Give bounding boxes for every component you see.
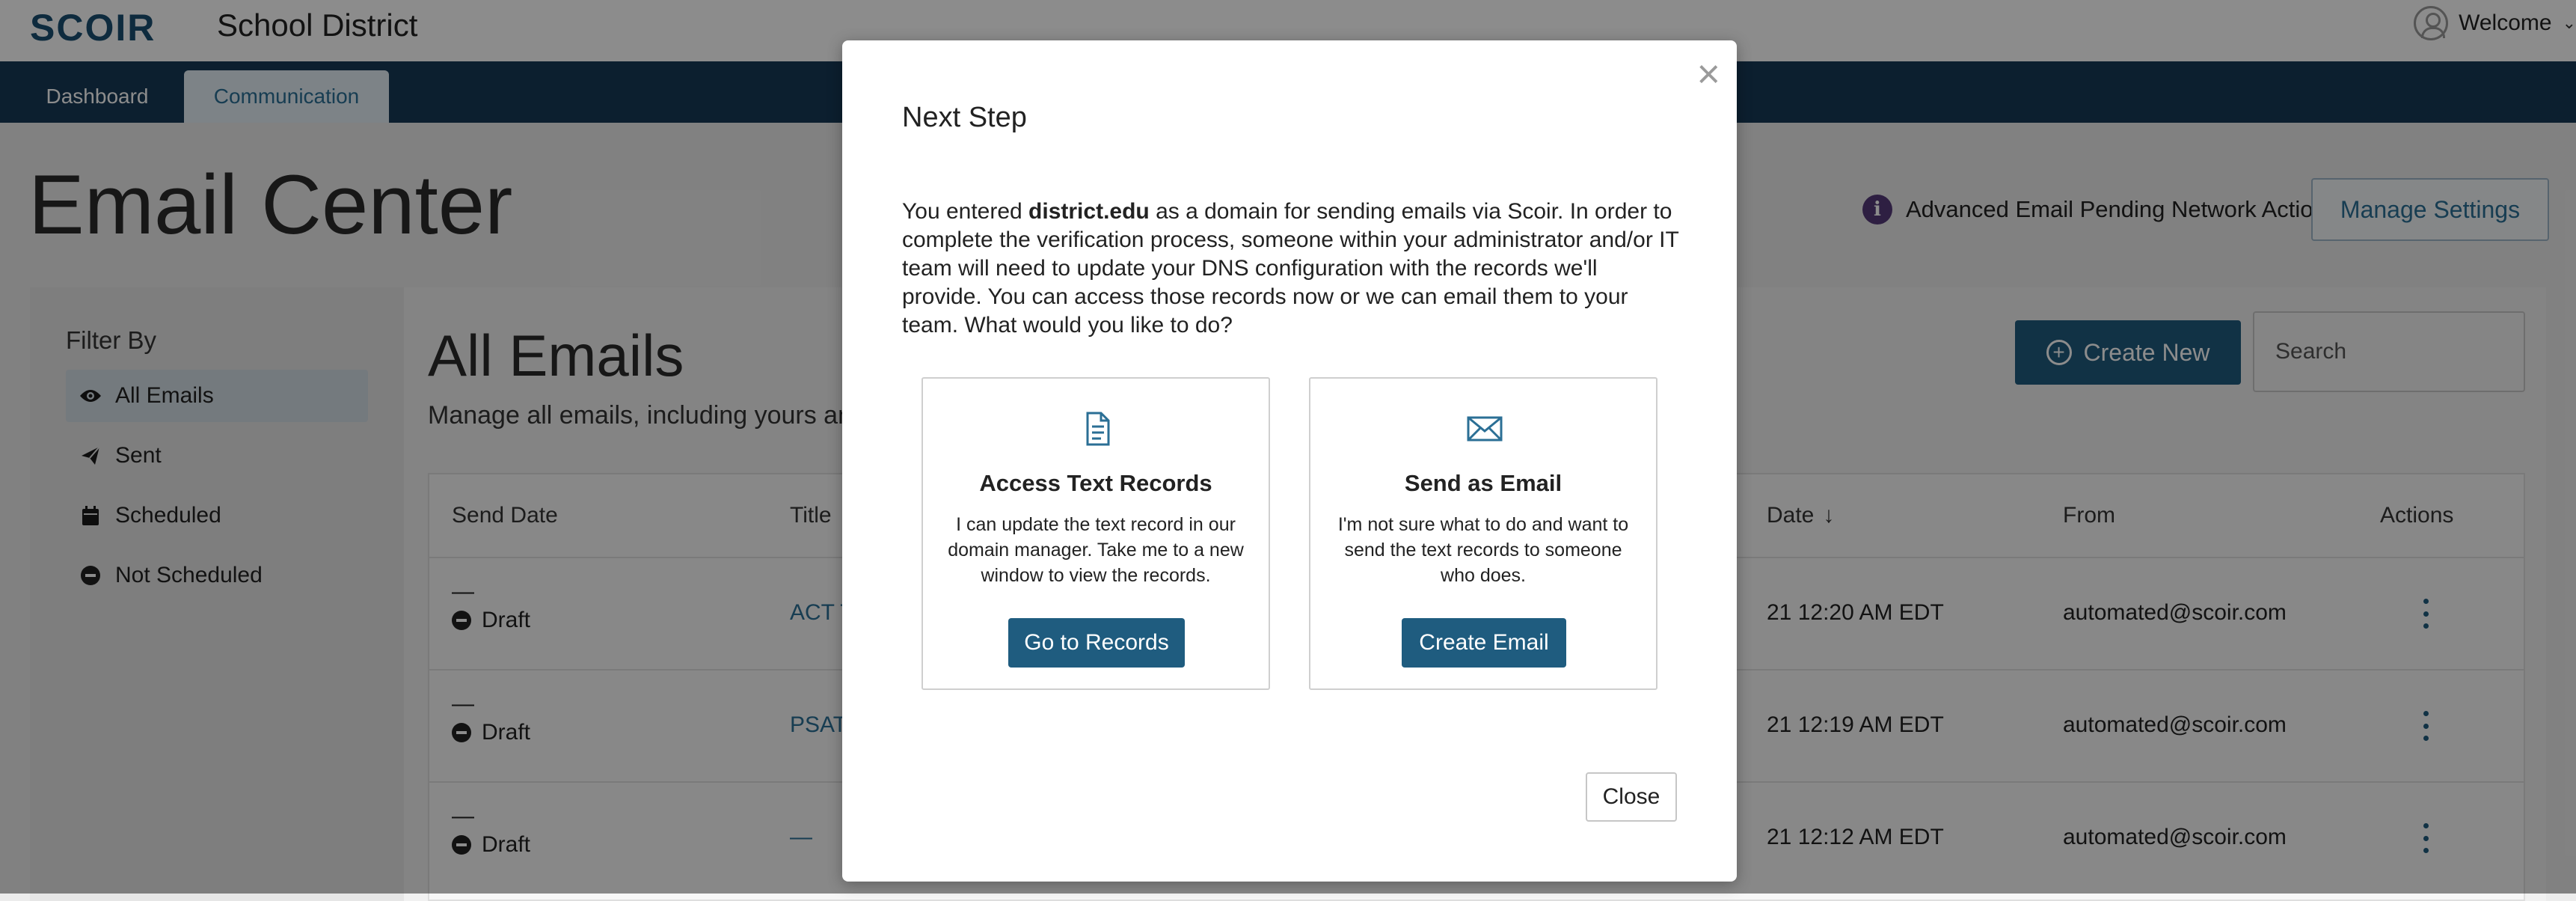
document-icon xyxy=(1079,410,1116,448)
option-title: Access Text Records xyxy=(979,470,1212,496)
option-description: I'm not sure what to do and want to send… xyxy=(1337,514,1629,586)
option-description: I can update the text record in our doma… xyxy=(948,514,1244,586)
next-step-modal: × Next Step You entered district.edu as … xyxy=(842,40,1737,882)
domain-name: district.edu xyxy=(1028,199,1150,224)
go-to-records-button[interactable]: Go to Records xyxy=(1008,618,1185,668)
close-button[interactable]: Close xyxy=(1586,772,1677,822)
modal-body: You entered district.edu as a domain for… xyxy=(902,199,1679,338)
envelope-icon xyxy=(1466,410,1503,448)
modal-title: Next Step xyxy=(902,102,1027,133)
option-send-email: Send as Email I'm not sure what to do an… xyxy=(1309,377,1657,690)
close-icon[interactable]: × xyxy=(1696,54,1720,94)
create-email-button[interactable]: Create Email xyxy=(1402,618,1566,668)
option-title: Send as Email xyxy=(1404,470,1563,496)
option-access-records: Access Text Records I can update the tex… xyxy=(921,377,1270,690)
